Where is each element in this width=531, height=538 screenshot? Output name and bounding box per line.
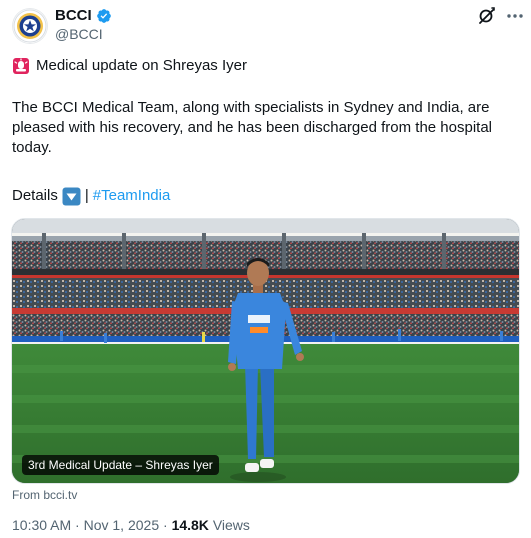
more-options-icon[interactable]: [505, 6, 525, 26]
down-button-icon: [62, 187, 81, 205]
verified-badge-icon: [96, 9, 111, 23]
details-line: Details | #TeamIndia: [12, 186, 170, 206]
bcci-logo-icon: [13, 9, 47, 43]
tweet-card: BCCI @BCCI Medical update on Shreyas Iye…: [0, 0, 531, 538]
tweet-body: The BCCI Medical Team, along with specia…: [12, 99, 493, 156]
grok-icon[interactable]: [477, 6, 497, 26]
stadium-photo: [12, 219, 519, 483]
account-name[interactable]: BCCI: [55, 7, 92, 25]
hashtag-link[interactable]: #TeamIndia: [93, 186, 171, 206]
rotating-light-icon: [13, 58, 29, 74]
link-source[interactable]: From bcci.tv: [12, 488, 77, 502]
account-handle[interactable]: @BCCI: [55, 26, 103, 43]
headline-text: Medical update on Shreyas Iyer: [36, 57, 247, 74]
views-label: Views: [212, 517, 250, 533]
meta-dot: ·: [75, 517, 80, 533]
details-label: Details: [12, 187, 58, 204]
tweet-meta: 10:30 AM · Nov 1, 2025 · 14.8K Views: [12, 517, 250, 534]
media-caption: 3rd Medical Update – Shreyas Iyer: [22, 455, 219, 475]
tweet-time[interactable]: 10:30 AM: [12, 517, 71, 533]
views-count: 14.8K: [171, 517, 209, 533]
meta-dot-2: ·: [163, 517, 168, 533]
tweet-headline: Medical update on Shreyas Iyer: [12, 56, 247, 76]
author-row: BCCI: [55, 7, 112, 25]
tweet-date[interactable]: Nov 1, 2025: [84, 517, 160, 533]
tweet-media-image[interactable]: 3rd Medical Update – Shreyas Iyer: [11, 218, 520, 484]
separator: |: [84, 187, 89, 204]
avatar[interactable]: [12, 8, 48, 44]
